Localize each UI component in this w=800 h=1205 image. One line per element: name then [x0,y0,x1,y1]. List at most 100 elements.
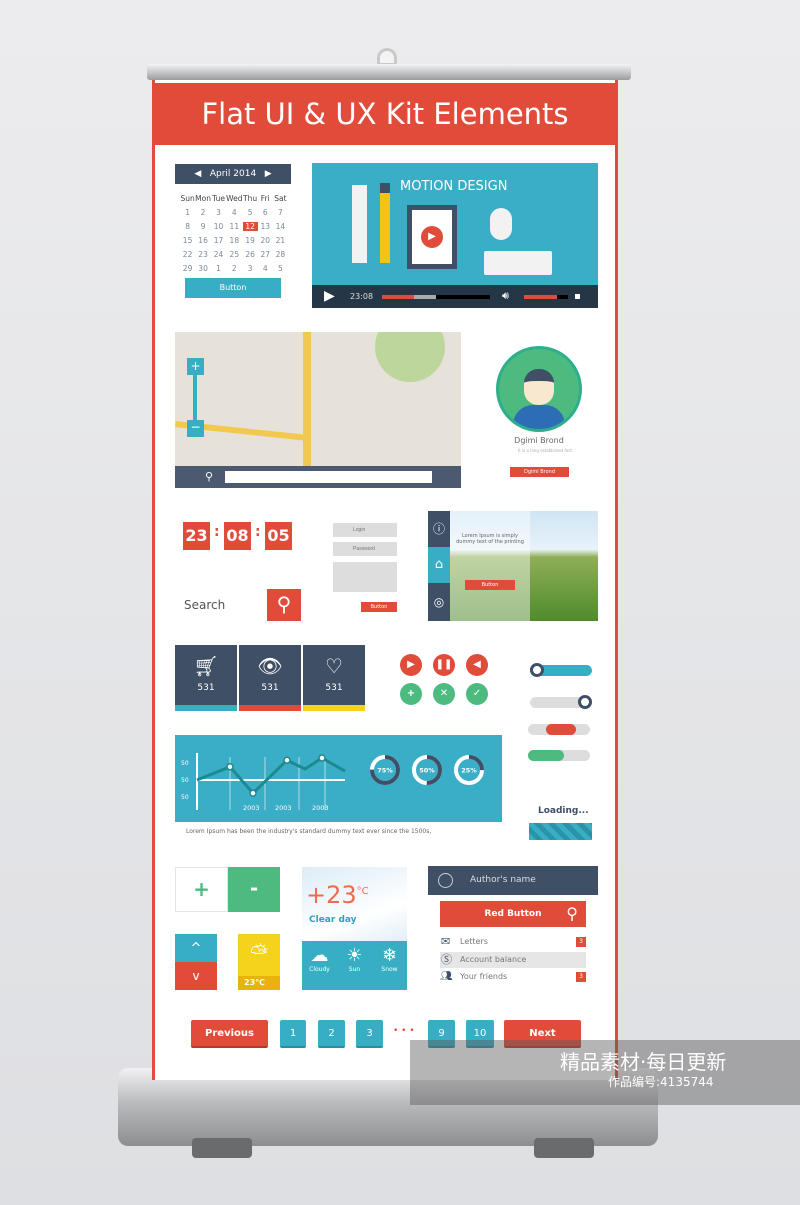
menu-item-account-balance[interactable]: Ⓢ Account balance [440,952,586,968]
calendar-day[interactable]: 7 [273,208,288,217]
calendar-day[interactable]: 18 [226,236,242,245]
add-icon[interactable]: + [400,683,422,705]
search-button[interactable]: ⚲ [267,589,301,621]
timer-seconds: 05 [265,522,292,550]
calendar-day[interactable]: 26 [243,250,258,259]
play-icon[interactable]: ▶ [400,654,422,676]
donut-label: 50% [419,767,435,775]
next-month-icon[interactable]: ▶ [265,169,272,179]
zoom-in-button[interactable]: + [187,358,204,375]
login-button[interactable]: Button [361,602,397,612]
page-3[interactable]: 3 [356,1020,383,1048]
toggle[interactable] [530,663,592,677]
calendar-day[interactable]: 1 [180,208,195,217]
slider-button[interactable]: Button [465,580,515,590]
up-button[interactable]: ^ [175,934,217,962]
dollar-icon: Ⓢ [441,953,452,966]
calendar-day[interactable]: 8 [180,222,195,231]
calendar-day[interactable]: 15 [180,236,195,245]
stat-tile[interactable]: 🛒︎ 531 [175,645,237,711]
calendar-day[interactable]: 5 [273,264,288,273]
toggle[interactable] [528,724,590,735]
calendar-day[interactable]: 11 [226,222,242,231]
calendar-day[interactable]: 14 [273,222,288,231]
calendar-day[interactable]: 30 [195,264,211,273]
data-point [226,763,234,771]
calendar-day[interactable]: 23 [195,250,211,259]
page-2[interactable]: 2 [318,1020,345,1048]
mouse-icon [490,208,512,240]
calendar-day[interactable]: 28 [273,250,288,259]
stat-tile[interactable]: ♡ 531 [303,645,365,711]
calendar-day[interactable]: 10 [211,222,226,231]
calendar-day[interactable]: 9 [195,222,211,231]
red-button[interactable]: Red Button ⚲ [440,901,586,927]
back-icon[interactable]: ◀ [466,654,488,676]
play-button[interactable]: ▶ [324,288,335,304]
calendar-button[interactable]: Button [185,278,281,298]
pause-icon[interactable]: ❚❚ [433,654,455,676]
message-textarea[interactable] [333,562,397,592]
play-icon[interactable]: ▶ [421,226,443,248]
close-icon[interactable]: ✕ [433,683,455,705]
calendar-day[interactable]: 27 [258,250,273,259]
calendar-day[interactable]: 24 [211,250,226,259]
check-icon[interactable]: ✓ [466,683,488,705]
calendar-day[interactable]: 5 [243,208,258,217]
volume-icon[interactable]: 🔊︎ [502,289,509,303]
volume-slider[interactable] [524,295,568,299]
calendar-day[interactable]: 13 [258,222,273,231]
zoom-out-button[interactable]: − [187,420,204,437]
prev-month-icon[interactable]: ◀ [194,169,201,179]
previous-button[interactable]: Previous [191,1020,268,1048]
down-button[interactable]: v [175,962,217,990]
toggle[interactable] [530,695,592,709]
stat-value: 531 [197,683,215,693]
calendar-day[interactable]: 17 [211,236,226,245]
page-1[interactable]: 1 [280,1020,306,1048]
plus-button[interactable]: + [175,867,228,912]
menu-item-letters[interactable]: ✉ Letters 3 [440,934,586,950]
calendar-day[interactable]: 4 [226,208,242,217]
target-icon[interactable]: ◎ [428,583,450,621]
calendar-day[interactable]: 2 [195,208,211,217]
calendar-day[interactable]: 29 [180,264,195,273]
info-icon[interactable]: ⓘ [428,511,450,547]
author-header[interactable]: Author's name [428,866,598,895]
zoom-slider[interactable] [193,375,197,420]
calendar-day[interactable]: 25 [226,250,242,259]
password-input[interactable] [333,542,397,556]
calendar-day[interactable]: 4 [258,264,273,273]
user-icon [438,873,453,888]
search-icon[interactable]: ⚲ [205,470,213,483]
calendar-day[interactable]: 6 [258,208,273,217]
map-search-input[interactable] [225,471,432,483]
profile-button[interactable]: Dgimi Brond [510,467,569,477]
calendar-day[interactable]: 22 [180,250,195,259]
stat-tile[interactable]: 👁︎ 531 [239,645,301,711]
home-icon[interactable]: ⌂ [428,547,450,583]
calendar-day[interactable]: 21 [273,236,288,245]
calendar-day[interactable]: 12 [242,222,258,231]
calendar-day[interactable]: 20 [258,236,273,245]
fullscreen-icon[interactable] [575,294,580,299]
calendar-day[interactable]: 19 [243,236,258,245]
x-tick-label: 2003 [275,804,292,812]
data-point [283,756,291,764]
weather-widget: +23°C Clear day ☁︎ Cloudy ☀︎ Sun ❄︎ Snow [302,867,407,990]
minus-button[interactable]: - [228,867,280,912]
image-slider[interactable]: Lorem Ipsum is simply dummy text of the … [428,511,598,621]
calendar-day[interactable]: 1 [211,264,226,273]
weather-small-temp: 23℃ [238,976,280,990]
weekday-label: Sun [180,194,195,203]
menu-item-your-friends[interactable]: 👥︎ Your friends 3 [440,969,586,985]
calendar-day[interactable]: 2 [226,264,242,273]
calendar-day[interactable]: 16 [195,236,211,245]
toggle[interactable] [528,750,590,761]
calendar-day[interactable]: 3 [211,208,226,217]
slider-sidebar: ⓘ ⌂ ◎ [428,511,450,621]
map[interactable]: + − ⚲ [175,332,461,488]
calendar-day[interactable]: 3 [243,264,258,273]
progress-bar[interactable] [382,295,490,299]
login-input[interactable] [333,523,397,537]
